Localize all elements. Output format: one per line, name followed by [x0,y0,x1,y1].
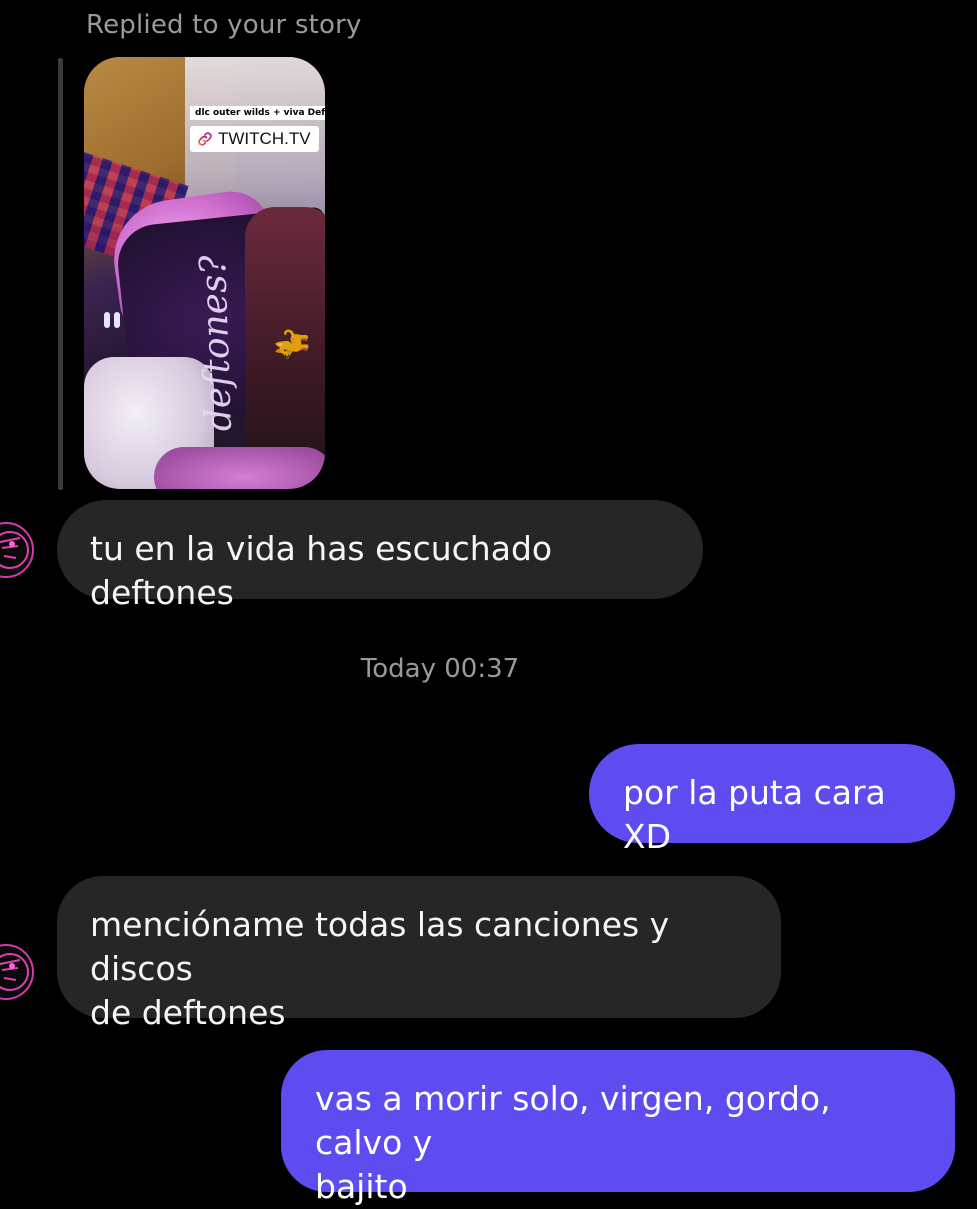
story-thumbnail[interactable]: deftones? 🐈 dlc outer wilds + viva Defto… [84,57,325,489]
sender-avatar[interactable] [0,944,34,1000]
story-shirt-text: deftones? [192,254,240,432]
sender-avatar[interactable] [0,522,34,578]
message-bubble-outgoing[interactable]: por la puta cara XD [589,744,955,856]
message-text: por la puta cara XD [623,773,886,856]
message-text: tu en la vida has escuchado deftones [90,529,553,612]
story-link-sticker[interactable]: TWITCH.TV [190,126,319,152]
story-image-piercing [104,312,110,328]
message-text-line: de deftones [90,993,286,1032]
message-bubble-outgoing[interactable]: vas a morir solo, virgen, gordo, calvo y… [281,1050,955,1206]
message-bubble-incoming[interactable]: tu en la vida has escuchado deftones [57,500,703,612]
story-image-arm [154,447,325,489]
message-text-line: menciónamе todas las canciones y discos [90,905,670,988]
story-caption: dlc outer wilds + viva Deftones [190,106,325,120]
message-text-line: bajito [315,1167,408,1206]
message-bubble-incoming[interactable]: menciónamе todas las canciones y discos … [57,876,781,1032]
link-icon [198,132,212,146]
avatar-face-icon [0,953,29,991]
message-text-line: vas a morir solo, virgen, gordo, calvo y [315,1079,831,1162]
avatar-face-icon [0,531,29,569]
timestamp-divider: Today 00:37 [360,654,520,684]
replied-to-story-label: Replied to your story [86,10,362,40]
story-link-label: TWITCH.TV [218,129,311,148]
reply-indicator-bar [58,58,63,490]
cat-print-icon: 🐈 [275,325,311,364]
